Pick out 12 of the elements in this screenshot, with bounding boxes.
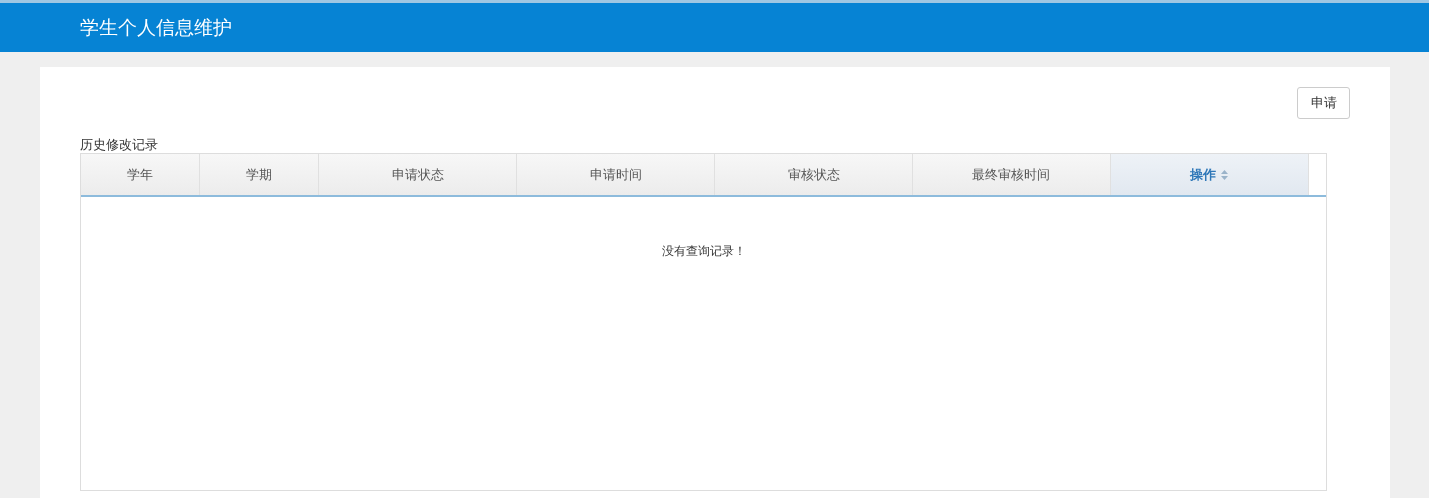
page-title: 学生个人信息维护 <box>80 14 232 40</box>
section-title: 历史修改记录 <box>80 137 159 153</box>
column-header[interactable]: 学年 <box>81 154 201 195</box>
column-header[interactable]: 申请状态 <box>319 154 517 195</box>
column-header[interactable]: 操作 <box>1110 154 1310 195</box>
apply-button[interactable]: 申请 <box>1297 87 1350 119</box>
column-header[interactable]: 最终审核时间 <box>913 154 1111 195</box>
column-header[interactable]: 审核状态 <box>715 154 913 195</box>
empty-message: 没有查询记录！ <box>661 243 746 260</box>
sort-icon <box>1221 169 1229 180</box>
column-header[interactable]: 学期 <box>200 154 320 195</box>
column-header[interactable]: 申请时间 <box>516 154 716 195</box>
